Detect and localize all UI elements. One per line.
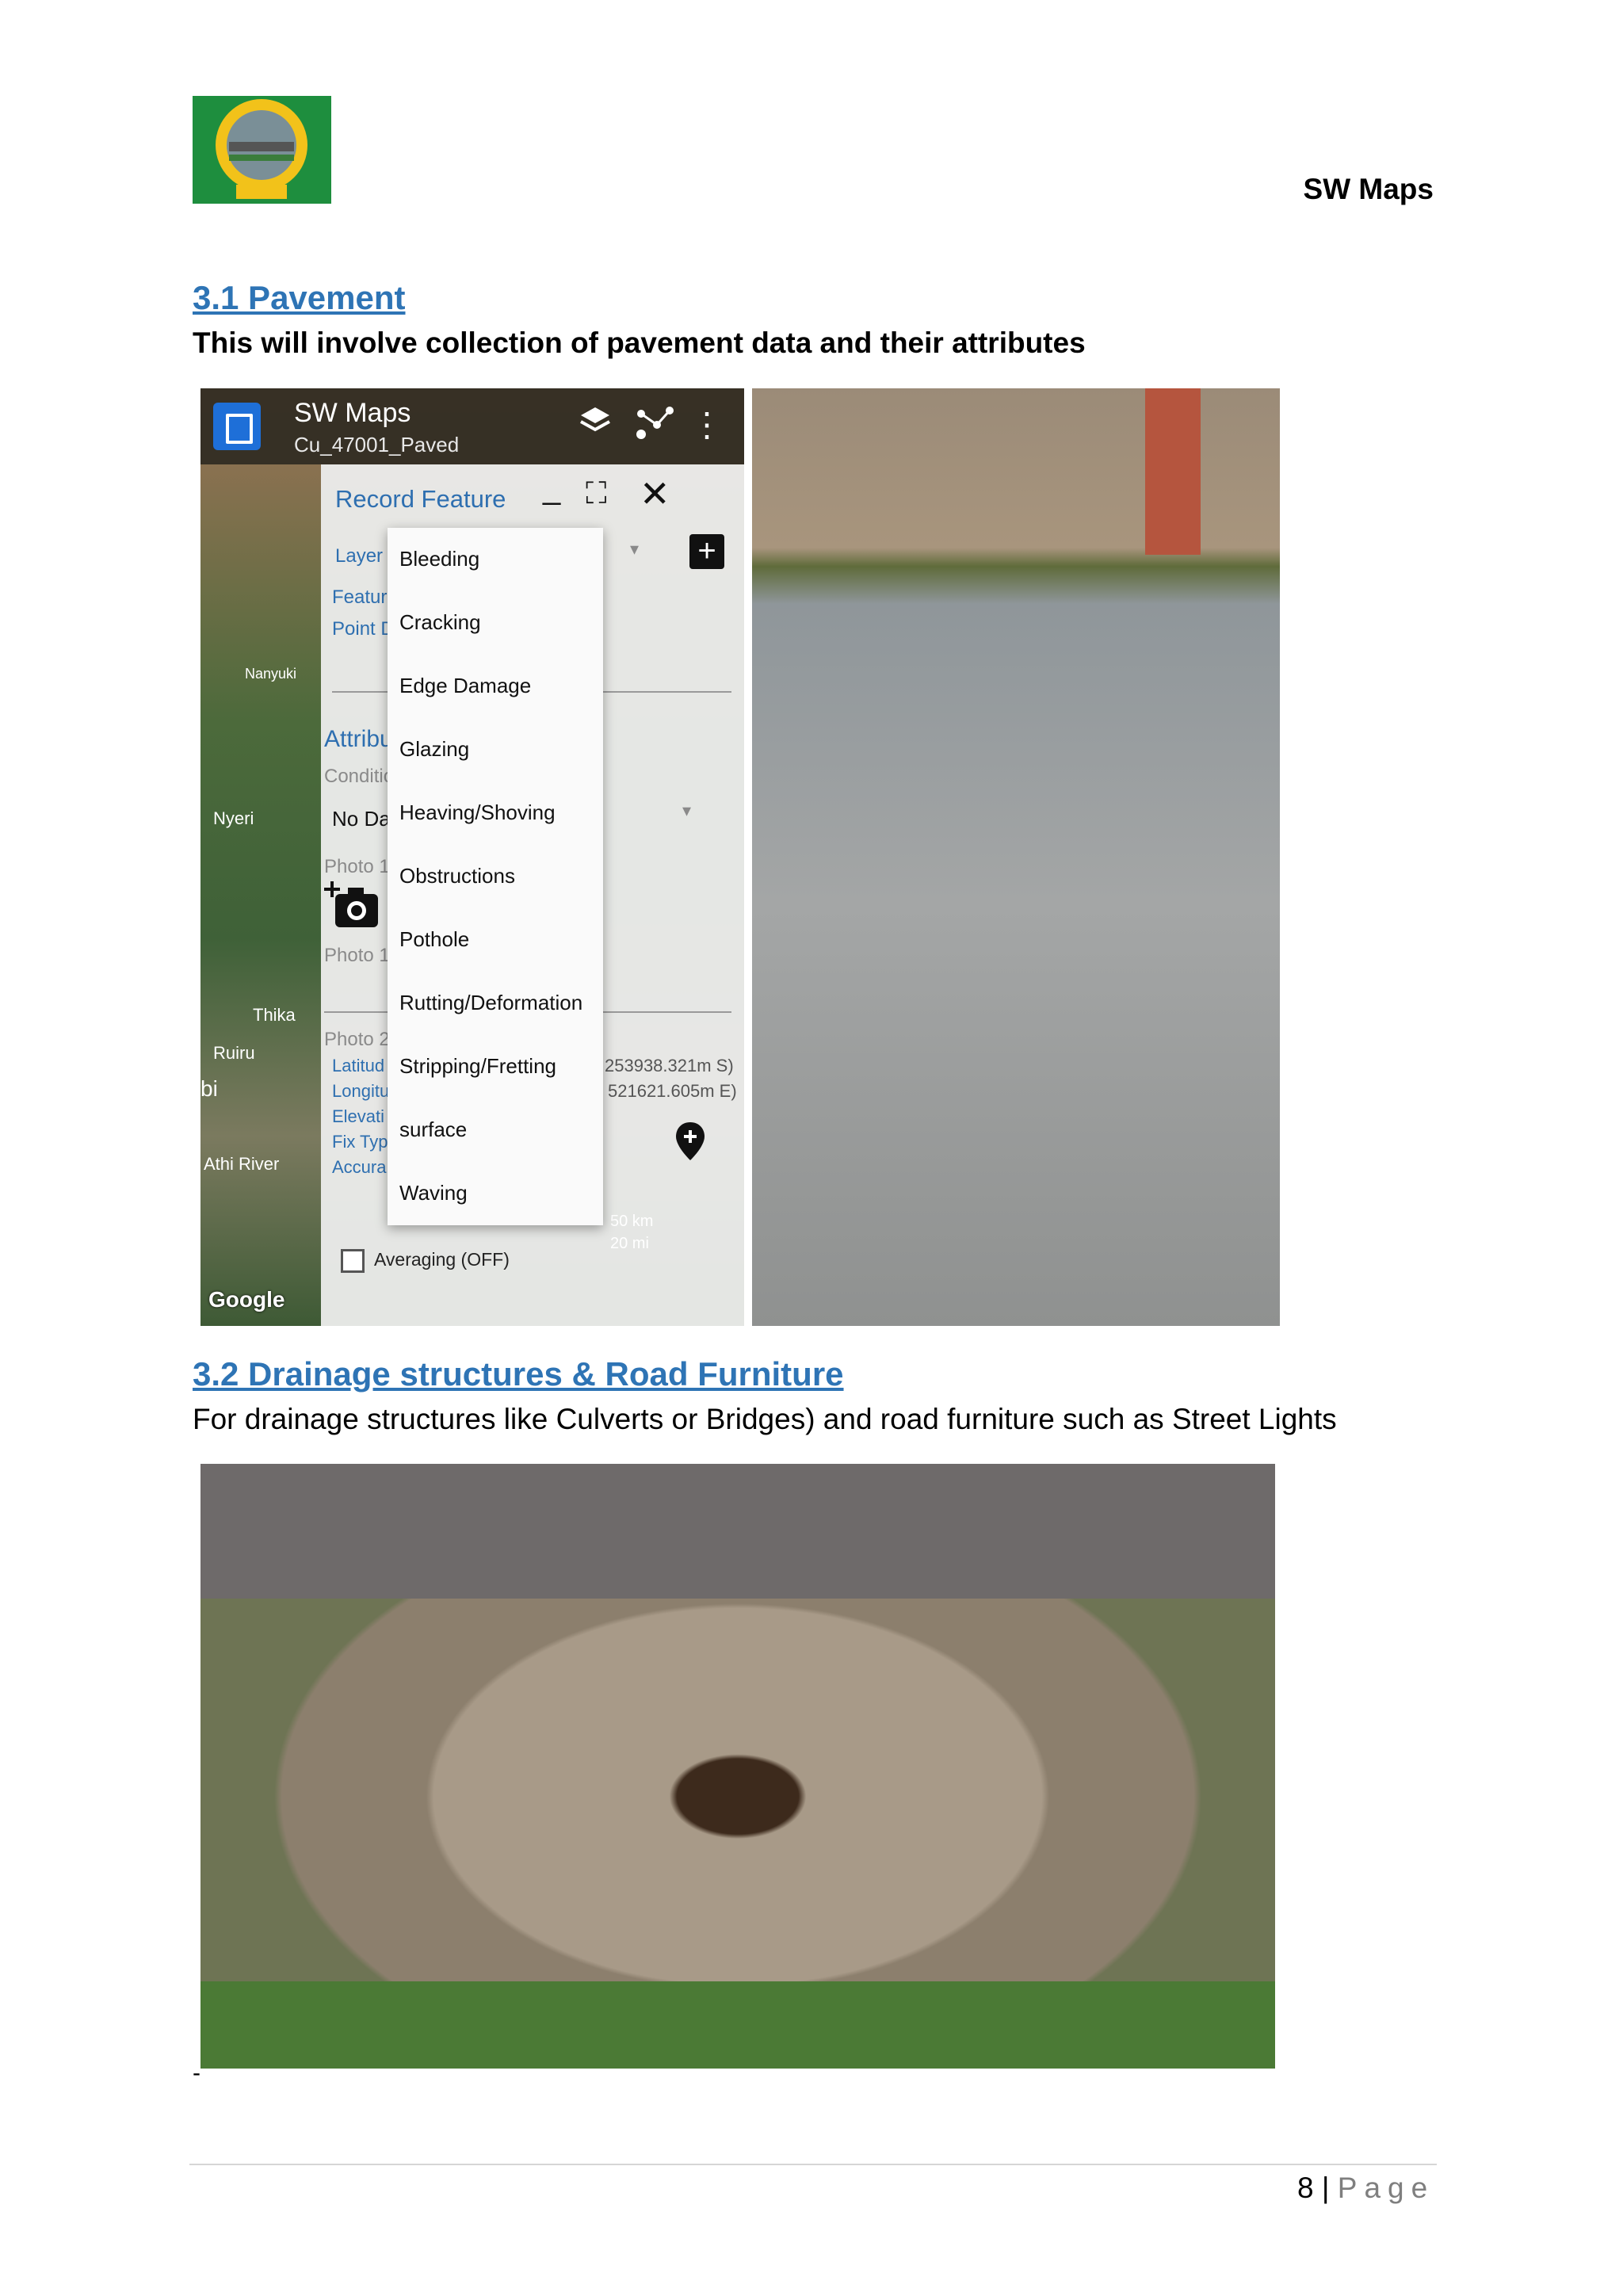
menu-item[interactable]: Glazing (399, 737, 469, 762)
layer-dropdown-arrow-icon[interactable]: ▾ (630, 539, 639, 560)
section-description-drainage: For drainage structures like Culverts or… (193, 1403, 1337, 1435)
map-label: Thika (253, 1005, 296, 1025)
latitude-label: Latitud (332, 1056, 385, 1075)
latitude-value: 253938.321m S) (605, 1056, 734, 1075)
page-number: 8 (1297, 2172, 1314, 2204)
menu-item[interactable]: Edge Damage (399, 674, 531, 698)
averaging-label: Averaging (OFF) (374, 1249, 510, 1270)
map-label: Nyeri (213, 808, 254, 828)
map-label: Ruiru (213, 1043, 255, 1063)
longitude-label: Longitu (332, 1081, 390, 1101)
elevation-label: Elevati (332, 1106, 385, 1126)
accuracy-label: Accura (332, 1157, 387, 1177)
satellite-map (200, 464, 321, 1326)
minimize-icon[interactable]: _ (543, 471, 560, 506)
section-description-pavement: This will involve collection of pavement… (193, 327, 1086, 359)
menu-item[interactable]: Bleeding (399, 547, 479, 571)
condition-dropdown-arrow-icon[interactable]: ▾ (682, 800, 691, 821)
photo1-caption: Photo 1 (324, 945, 390, 966)
add-layer-button[interactable]: + (689, 534, 724, 569)
page-footer: 8 | Page (1297, 2172, 1434, 2205)
close-icon[interactable]: ✕ (640, 472, 670, 515)
menu-item[interactable]: Stripping/Fretting (399, 1054, 556, 1079)
point-label: Point D (332, 618, 395, 640)
map-label: Athi River (204, 1154, 280, 1174)
dialog-title: Record Feature (335, 485, 506, 513)
photo1-label: Photo 1 (324, 856, 390, 877)
kerb (200, 1464, 1275, 1599)
menu-item[interactable]: Rutting/Deformation (399, 991, 582, 1015)
map-label: Nanyuki (245, 666, 297, 682)
photo2-label: Photo 2 (324, 1029, 390, 1050)
dash: - (193, 2060, 200, 2086)
section-heading-drainage: 3.2 Drainage structures & Road Furniture (193, 1355, 844, 1392)
attributes-label: Attribu (324, 726, 393, 752)
layer-label: Layer (335, 545, 384, 567)
feature-type-dropdown-menu: Bleeding Cracking Edge Damage Glazing He… (388, 528, 603, 1225)
menu-item[interactable]: Pothole (399, 927, 469, 952)
condition-value[interactable]: No Da (332, 807, 391, 831)
page-separator: | (1321, 2172, 1330, 2204)
record-track-icon[interactable] (632, 404, 679, 452)
add-photo-icon[interactable] (324, 880, 381, 932)
sw-maps-app-icon (213, 403, 261, 450)
footer-divider (189, 2164, 1437, 2165)
header-title: SW Maps (1303, 173, 1434, 205)
fix-type-label: Fix Typ (332, 1132, 388, 1152)
condition-label: Conditio (324, 766, 395, 787)
scale-mi: 20 mi (610, 1235, 649, 1252)
menu-item[interactable]: surface (399, 1117, 467, 1142)
layers-icon[interactable] (575, 404, 616, 449)
fullscreen-icon[interactable]: ⛶ (586, 477, 607, 511)
scale-km: 50 km (610, 1213, 654, 1230)
menu-item[interactable]: Obstructions (399, 864, 515, 888)
app-bar: SW Maps Cu_47001_Paved ⋮ (200, 388, 744, 464)
brick-pillar (1145, 388, 1201, 555)
pavement-photo (752, 388, 1280, 1326)
page-word: Page (1337, 2172, 1435, 2204)
culvert-photo (200, 1464, 1275, 2069)
map-label: bi (200, 1076, 218, 1101)
averaging-checkbox[interactable] (341, 1249, 365, 1273)
sw-maps-screenshot: Nanyuki Nyeri Thika Ruiru Athi River bi … (200, 388, 744, 1326)
google-watermark: Google (208, 1287, 285, 1312)
project-name: Cu_47001_Paved (294, 433, 460, 457)
add-point-icon[interactable] (674, 1121, 706, 1162)
menu-item[interactable]: Waving (399, 1181, 468, 1205)
longitude-value: 521621.605m E) (608, 1081, 737, 1101)
kura-logo (193, 96, 331, 204)
more-vert-icon[interactable]: ⋮ (690, 404, 724, 445)
section-heading-pavement: 3.1 Pavement (193, 279, 406, 316)
menu-item[interactable]: Cracking (399, 610, 481, 635)
grass (200, 1981, 1275, 2069)
menu-item[interactable]: Heaving/Shoving (399, 800, 556, 825)
app-title: SW Maps (294, 398, 411, 428)
